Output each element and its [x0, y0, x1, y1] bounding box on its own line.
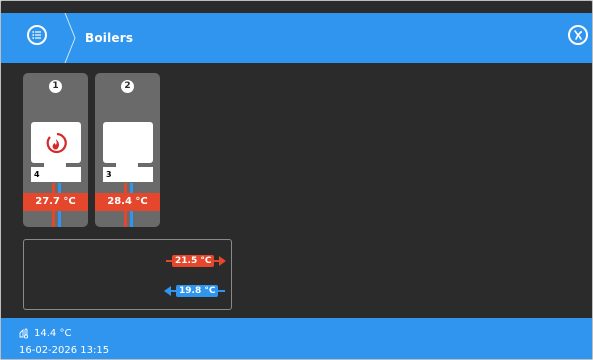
boiler-unit-number: 3	[106, 170, 112, 179]
boiler-temperature: 28.4 °C	[95, 193, 160, 211]
status-footer: 14.4 °C 16-02-2026 13:15	[1, 318, 592, 359]
service-button[interactable]	[568, 25, 588, 45]
outdoor-temperature: 14.4 °C	[19, 328, 71, 339]
datetime: 16-02-2026 13:15	[19, 345, 110, 356]
supply-flow: 21.5 °C	[166, 254, 227, 267]
outdoor-temperature-value: 14.4 °C	[34, 328, 72, 339]
app-frame: Boilers 1 4 27.7 °C 2 3 28.4 °C 21.5 °C …	[0, 0, 593, 360]
boiler-base: 3	[103, 167, 153, 182]
menu-button[interactable]	[27, 25, 47, 45]
flame-icon	[46, 132, 67, 154]
main-content: 1 4 27.7 °C 2 3 28.4 °C 21.5 °C 19.8 °C	[1, 63, 592, 318]
boiler-card[interactable]: 2 3 28.4 °C	[95, 73, 160, 227]
return-flow: 19.8 °C	[164, 284, 226, 297]
breadcrumb-separator	[64, 13, 76, 63]
page-title: Boilers	[85, 31, 134, 45]
arrow-left-icon	[164, 285, 171, 296]
supply-temperature: 21.5 °C	[172, 254, 215, 267]
boiler-base: 4	[31, 167, 81, 182]
boiler-card[interactable]: 1 4 27.7 °C	[23, 73, 88, 227]
return-line	[218, 289, 226, 292]
header-bar: Boilers	[1, 13, 592, 63]
boiler-unit-number: 4	[34, 170, 40, 179]
boiler-index: 2	[121, 80, 134, 93]
handle-tools-icon	[574, 30, 582, 40]
heating-circuit-panel[interactable]: 21.5 °C 19.8 °C	[23, 239, 232, 310]
list-menu-icon	[32, 31, 41, 39]
return-temperature: 19.8 °C	[176, 284, 219, 297]
boiler-temperature: 27.7 °C	[23, 193, 88, 211]
boiler-unit	[103, 122, 153, 163]
outdoor-thermometer-icon	[19, 328, 29, 339]
boiler-index: 1	[49, 80, 62, 93]
boiler-unit	[31, 122, 81, 163]
arrow-right-icon	[219, 255, 227, 266]
